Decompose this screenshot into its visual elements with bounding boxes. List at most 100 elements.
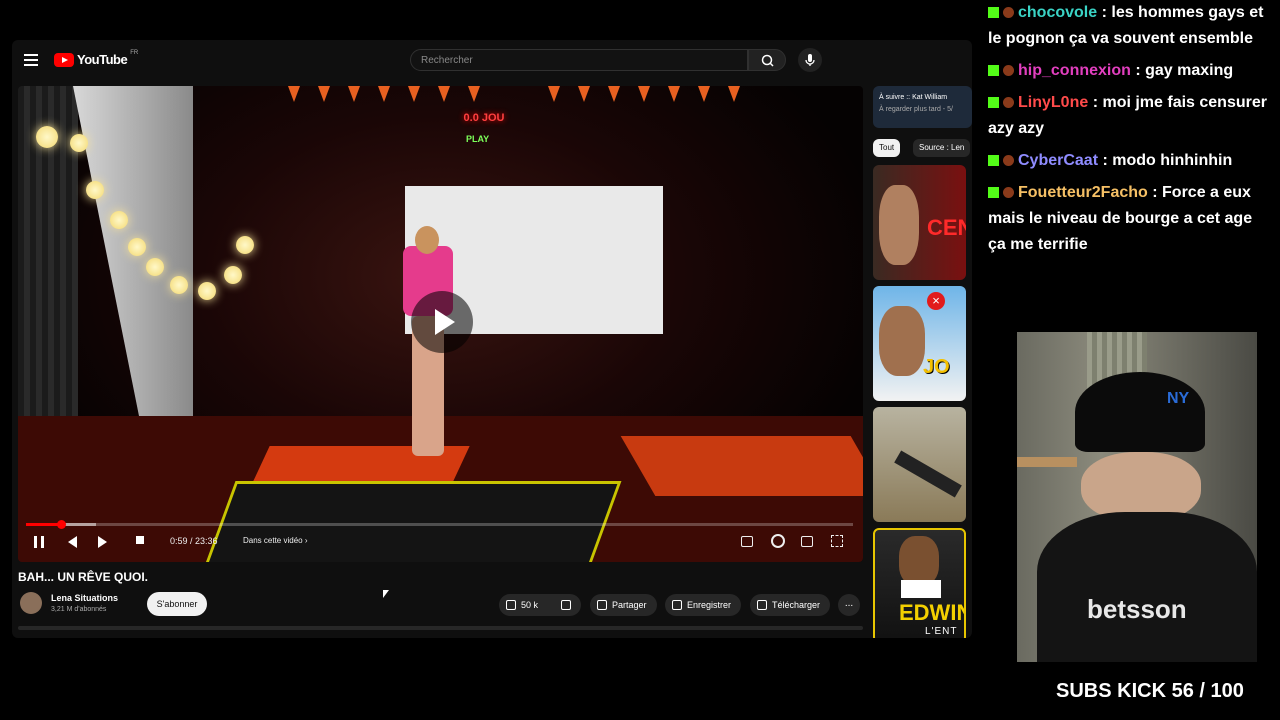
- kick-badge-icon: [988, 155, 999, 167]
- up-next-title: À suivre :: Kat William: [879, 94, 948, 101]
- thumbnail-1[interactable]: CEN: [873, 165, 966, 280]
- search-input[interactable]: Rechercher: [410, 49, 748, 71]
- chapters-button[interactable]: Dans cette vidéo ›: [243, 536, 307, 545]
- like-count: 50 k: [521, 600, 539, 610]
- thumbnail-subtext-4: L'ENT: [925, 626, 958, 637]
- progress-bar[interactable]: [26, 520, 853, 529]
- played-bar: [26, 523, 61, 526]
- neon-sign: 0.0 JOU: [463, 112, 505, 124]
- search-icon: [761, 54, 774, 67]
- neon-sign-2: PLAY: [466, 134, 490, 144]
- kick-badge-icon: [988, 7, 999, 19]
- chat-text: : modo hinhinhin: [1102, 152, 1233, 169]
- kick-badge-icon: [988, 65, 999, 77]
- subscriber-badge-icon: [1003, 155, 1014, 167]
- youtube-window: YouTube FR Rechercher 0.0 JOU PLAY 0:59 …: [12, 40, 972, 638]
- thumbnail-text-4: EDWIN: [899, 600, 966, 625]
- theater-mode-icon[interactable]: [801, 536, 813, 547]
- chat-message: Fouetteur2Facho : Force a eux mais le ni…: [988, 180, 1268, 258]
- youtube-logo[interactable]: YouTube FR: [54, 49, 139, 67]
- thumbnail-4[interactable]: EDWIN L'ENT: [873, 528, 966, 638]
- thumbnail-text-1: CEN: [927, 215, 966, 240]
- search-button[interactable]: [748, 49, 786, 71]
- chat-message: chocovole : les hommes gays et le pognon…: [988, 0, 1268, 52]
- subscriber-badge-icon: [1003, 65, 1014, 77]
- next-icon[interactable]: [98, 536, 107, 548]
- thumbs-down-icon: [561, 600, 571, 610]
- mouse-cursor-icon: [383, 590, 389, 598]
- subtitles-icon[interactable]: [741, 536, 753, 547]
- up-next-card[interactable]: À suivre :: Kat William À regarder plus …: [873, 86, 972, 128]
- subscriber-badge-icon: [1003, 97, 1014, 109]
- like-button[interactable]: 50 k: [499, 594, 553, 616]
- video-title: BAH... UN RÊVE QUOI.: [18, 570, 149, 584]
- country-code: FR: [130, 49, 139, 56]
- chat-message: CyberCaat : modo hinhinhin: [988, 148, 1268, 174]
- hamburger-menu-icon[interactable]: [24, 54, 38, 66]
- thumbnail-2[interactable]: × JO: [873, 286, 966, 401]
- shelf: [1017, 457, 1077, 467]
- streamer-webcam: NY betsson: [1017, 332, 1257, 662]
- save-button[interactable]: Enregistrer: [665, 594, 742, 616]
- previous-icon[interactable]: [68, 536, 77, 548]
- chapters-label: Dans cette vidéo: [243, 536, 303, 545]
- chat-message: LinyL0ne : moi jme fais censurer azy azy: [988, 90, 1268, 142]
- jersey: [1037, 512, 1257, 662]
- save-label: Enregistrer: [687, 600, 732, 610]
- cap-logo: NY: [1167, 390, 1190, 407]
- download-icon: [757, 600, 767, 610]
- close-icon: ×: [927, 292, 945, 310]
- cap: [1075, 372, 1205, 452]
- thumbs-up-icon: [506, 600, 516, 610]
- youtube-logo-text: YouTube: [77, 52, 128, 67]
- fullscreen-icon[interactable]: [831, 535, 843, 547]
- bunting-flags: [288, 86, 758, 126]
- youtube-topbar: YouTube FR Rechercher: [12, 40, 972, 80]
- chat-username[interactable]: chocovole: [1018, 4, 1097, 21]
- chat-username[interactable]: CyberCaat: [1018, 152, 1098, 169]
- chat-message: hip_connexion : gay maxing: [988, 58, 1268, 84]
- thumbnail-gun: [894, 450, 962, 498]
- more-actions-button[interactable]: ...: [838, 594, 860, 616]
- subs-kick-goal: SUBS KICK 56 / 100: [1056, 680, 1244, 702]
- thumbnail-face-2: [879, 306, 925, 376]
- voice-search-button[interactable]: [798, 48, 822, 72]
- subscriber-badge-icon: [1003, 7, 1014, 19]
- description-box[interactable]: [18, 626, 863, 630]
- thumbnail-face: [879, 185, 919, 265]
- share-arrow-icon: [597, 600, 607, 610]
- chat-username[interactable]: Fouetteur2Facho: [1018, 184, 1148, 201]
- player-controls: 0:59 / 23:36 Dans cette vidéo ›: [18, 532, 863, 556]
- dislike-button[interactable]: [553, 594, 581, 616]
- thumbnail-text-2: JO: [923, 356, 950, 378]
- play-button-icon[interactable]: [411, 291, 473, 353]
- channel-avatar[interactable]: [20, 592, 42, 614]
- subscribe-button[interactable]: S'abonner: [147, 592, 207, 616]
- download-button[interactable]: Télécharger: [750, 594, 831, 616]
- bookmark-icon: [672, 600, 682, 610]
- share-button[interactable]: Partager: [590, 594, 657, 616]
- settings-gear-icon[interactable]: [771, 534, 785, 548]
- microphone-icon: [805, 54, 815, 66]
- subscriber-count: 3,21 M d'abonnés: [51, 606, 107, 613]
- kick-chat: chocovole : les hommes gays et le pognon…: [988, 0, 1268, 264]
- thumbnail-3[interactable]: [873, 407, 966, 522]
- video-player[interactable]: 0.0 JOU PLAY 0:59 / 23:36 Dans cette vid…: [18, 86, 863, 562]
- chat-username[interactable]: LinyL0ne: [1018, 94, 1088, 111]
- youtube-play-logo-icon: [54, 52, 74, 67]
- thumbnail-jersey: [901, 580, 941, 598]
- channel-name[interactable]: Lena Situations: [51, 593, 118, 603]
- chip-all[interactable]: Tout: [873, 139, 901, 157]
- subscriber-badge-icon: [1003, 187, 1014, 199]
- chat-username[interactable]: hip_connexion: [1018, 62, 1131, 79]
- chip-source[interactable]: Source : Len: [913, 139, 971, 157]
- jersey-sponsor-logo: betsson: [1087, 594, 1187, 624]
- time-display: 0:59 / 23:36: [170, 536, 218, 546]
- scrubber-handle[interactable]: [56, 520, 66, 529]
- volume-icon[interactable]: [136, 536, 144, 544]
- recommendations-sidebar: À suivre :: Kat William À regarder plus …: [873, 86, 972, 638]
- thumbnail-face-4: [899, 536, 939, 586]
- trampoline-pad-right: [620, 436, 863, 496]
- pause-icon[interactable]: [34, 536, 44, 548]
- download-label: Télécharger: [772, 600, 821, 610]
